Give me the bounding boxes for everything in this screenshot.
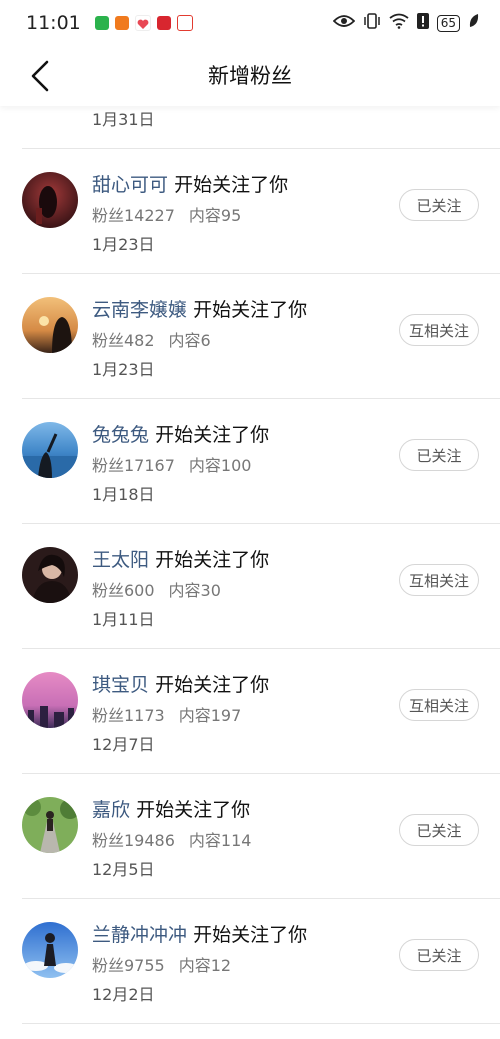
- follow-message: 王太阳 开始关注了你: [92, 545, 269, 572]
- follow-date: 12月7日: [92, 735, 155, 754]
- follow-status-button[interactable]: 已关注: [399, 189, 479, 221]
- follower-row[interactable]: 嘉欣 开始关注了你 粉丝19486 内容114 12月5日 已关注: [22, 774, 500, 899]
- fans-count: 粉丝482: [92, 331, 155, 350]
- wifi-icon: [389, 13, 409, 33]
- content-count: 内容100: [188, 456, 252, 475]
- follow-action: 开始关注了你: [174, 174, 289, 196]
- news-app-icon: [156, 16, 171, 30]
- status-left: 11:01: [26, 12, 193, 34]
- eye-icon: [332, 14, 355, 32]
- follow-status-button[interactable]: 已关注: [399, 439, 479, 471]
- follower-name[interactable]: 兔兔兔: [92, 424, 149, 446]
- header: 新增粉丝: [0, 46, 500, 106]
- avatar[interactable]: [22, 172, 78, 228]
- fans-count: 粉丝600: [92, 581, 155, 600]
- taobao-icon: [114, 16, 129, 30]
- follow-date: 1月23日: [92, 360, 155, 379]
- follow-message: 嘉欣 开始关注了你: [92, 795, 250, 822]
- follow-status-button[interactable]: 已关注: [399, 814, 479, 846]
- follower-stats: 粉丝482 内容6: [92, 327, 211, 351]
- alert-icon: [416, 13, 429, 33]
- follower-row[interactable]: 琪宝贝 开始关注了你 粉丝1173 内容197 12月7日 互相关注: [22, 649, 500, 774]
- follower-name[interactable]: 兰静冲冲冲: [92, 924, 187, 946]
- red-app-icon: [176, 15, 193, 31]
- follower-row[interactable]: 王太阳 开始关注了你 粉丝600 内容30 1月11日 互相关注: [22, 524, 500, 649]
- battery-indicator: 65: [436, 14, 460, 32]
- follower-stats: 粉丝19486 内容114: [92, 827, 251, 851]
- follower-name[interactable]: 嘉欣: [92, 799, 130, 821]
- status-time: 11:01: [26, 12, 81, 34]
- follow-date: 1月23日: [92, 235, 155, 254]
- back-arrow-icon: [31, 60, 49, 92]
- follow-message: 甜心可可 开始关注了你: [92, 170, 288, 197]
- status-bar: 11:01 65: [0, 0, 500, 46]
- follow-action: 开始关注了你: [193, 924, 308, 946]
- content-count: 内容114: [188, 831, 252, 850]
- follower-name[interactable]: 甜心可可: [92, 174, 168, 196]
- page-title: 新增粉丝: [208, 64, 292, 88]
- follow-message: 云南李嬢嬢 开始关注了你: [92, 295, 307, 322]
- follow-date: 1月18日: [92, 485, 155, 504]
- follower-stats: 粉丝17167 内容100: [92, 452, 251, 476]
- fans-count: 粉丝14227: [92, 206, 175, 225]
- back-button[interactable]: [24, 58, 56, 94]
- follower-stats: 粉丝9755 内容12: [92, 952, 231, 976]
- follow-message: 琪宝贝 开始关注了你: [92, 670, 269, 697]
- fans-count: 粉丝9755: [92, 956, 165, 975]
- list-item-partial: 1月31日: [22, 106, 500, 149]
- follow-status-button[interactable]: 互相关注: [399, 314, 479, 346]
- vibrate-icon: [363, 13, 381, 33]
- avatar[interactable]: [22, 422, 78, 478]
- avatar[interactable]: [22, 297, 78, 353]
- follower-list: 1月31日 甜心可可 开始关注了你 粉丝14227 内容95 1月23日 已关注 …: [0, 106, 500, 1024]
- content-count: 内容6: [168, 331, 211, 350]
- leaf-icon: [468, 13, 480, 33]
- follow-message: 兰静冲冲冲 开始关注了你: [92, 920, 307, 947]
- fans-count: 粉丝19486: [92, 831, 175, 850]
- follower-stats: 粉丝14227 内容95: [92, 202, 241, 226]
- follower-row[interactable]: 甜心可可 开始关注了你 粉丝14227 内容95 1月23日 已关注: [22, 149, 500, 274]
- avatar[interactable]: [22, 922, 78, 978]
- follow-date: 12月5日: [92, 860, 155, 879]
- follow-action: 开始关注了你: [155, 424, 270, 446]
- fans-count: 粉丝17167: [92, 456, 175, 475]
- avatar[interactable]: [22, 797, 78, 853]
- follow-status-button[interactable]: 互相关注: [399, 689, 479, 721]
- follow-message: 兔兔兔 开始关注了你: [92, 420, 269, 447]
- avatar[interactable]: [22, 672, 78, 728]
- follow-status-button[interactable]: 互相关注: [399, 564, 479, 596]
- content-count: 内容95: [188, 206, 242, 225]
- follow-action: 开始关注了你: [193, 299, 308, 321]
- follow-action: 开始关注了你: [155, 549, 270, 571]
- follow-date: 1月11日: [92, 610, 155, 629]
- avatar[interactable]: [22, 547, 78, 603]
- follower-stats: 粉丝1173 内容197: [92, 702, 241, 726]
- follower-stats: 粉丝600 内容30: [92, 577, 221, 601]
- content-count: 内容197: [178, 706, 242, 725]
- content-count: 内容12: [178, 956, 232, 975]
- status-right: 65: [332, 13, 480, 33]
- wechat-icon: [94, 16, 109, 30]
- follower-row[interactable]: 云南李嬢嬢 开始关注了你 粉丝482 内容6 1月23日 互相关注: [22, 274, 500, 399]
- follow-date: 1月31日: [92, 110, 155, 129]
- follower-name[interactable]: 王太阳: [92, 549, 149, 571]
- follow-action: 开始关注了你: [155, 674, 270, 696]
- follower-row[interactable]: 兔兔兔 开始关注了你 粉丝17167 内容100 1月18日 已关注: [22, 399, 500, 524]
- follow-date: 12月2日: [92, 985, 155, 1004]
- follow-status-button[interactable]: 已关注: [399, 939, 479, 971]
- follower-row[interactable]: 兰静冲冲冲 开始关注了你 粉丝9755 内容12 12月2日 已关注: [22, 899, 500, 1024]
- content-count: 内容30: [168, 581, 221, 600]
- follower-name[interactable]: 云南李嬢嬢: [92, 299, 187, 321]
- fans-count: 粉丝1173: [92, 706, 165, 725]
- heart-app-icon: [134, 15, 151, 31]
- follow-action: 开始关注了你: [136, 799, 251, 821]
- follower-name[interactable]: 琪宝贝: [92, 674, 149, 696]
